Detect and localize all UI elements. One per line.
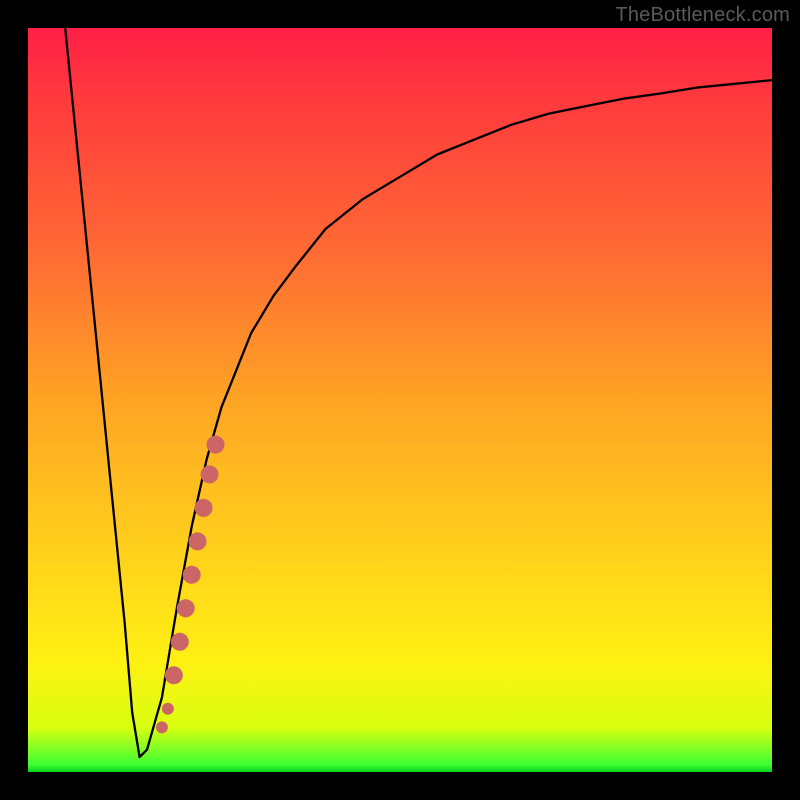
marker-dot	[165, 666, 183, 684]
marker-dot	[156, 721, 168, 733]
chart-svg	[28, 28, 772, 772]
chart-frame: TheBottleneck.com	[0, 0, 800, 800]
bottleneck-curve-line	[65, 28, 772, 757]
marker-dot	[195, 499, 213, 517]
marker-dot	[177, 599, 195, 617]
marker-dot	[201, 465, 219, 483]
marker-dot	[171, 633, 189, 651]
marker-dot	[183, 566, 201, 584]
marker-dot	[207, 436, 225, 454]
plot-area	[28, 28, 772, 772]
highlight-markers	[156, 436, 225, 734]
marker-dot	[189, 532, 207, 550]
marker-dot	[162, 703, 174, 715]
attribution-text: TheBottleneck.com	[615, 4, 790, 27]
